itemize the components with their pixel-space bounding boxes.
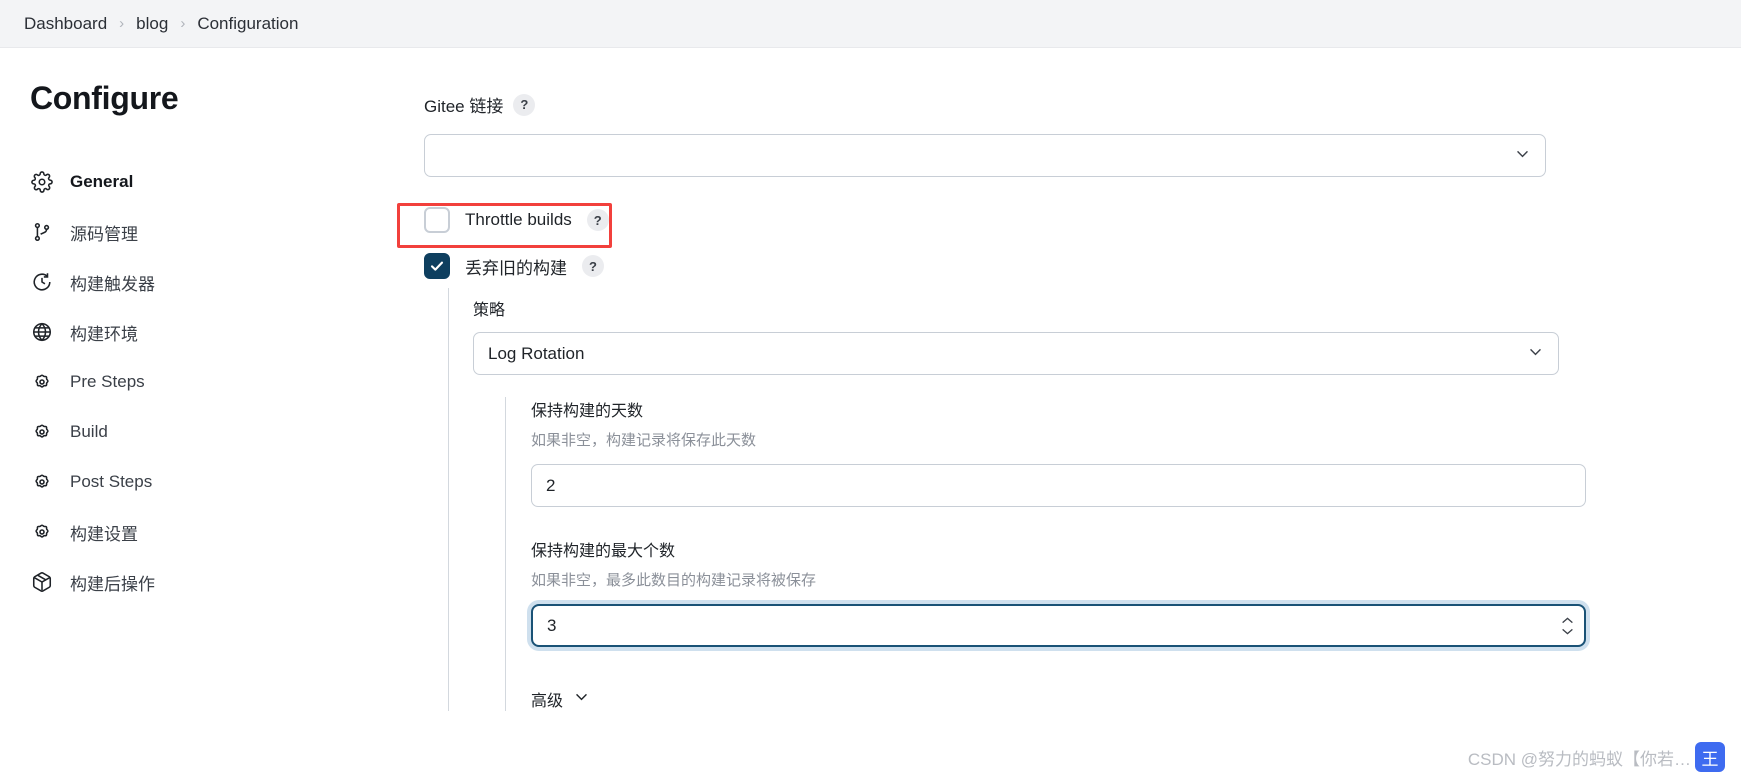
throttle-builds-label: Throttle builds bbox=[465, 210, 572, 229]
sidebar: Configure General 源码管理 构建触发器 构建环境 Pre St… bbox=[0, 48, 412, 784]
advanced-toggle[interactable]: 高级 bbox=[531, 687, 590, 711]
gitee-link-select[interactable] bbox=[424, 134, 1546, 177]
sidebar-item-build-settings[interactable]: 构建设置 bbox=[0, 507, 412, 557]
discard-settings-section: 策略 Log Rotation 保持构建的天数 如果非空，构建记录将保存此天数 … bbox=[448, 288, 1693, 711]
sidebar-item-source-code-management[interactable]: 源码管理 bbox=[0, 207, 412, 257]
sidebar-item-label: Pre Steps bbox=[70, 372, 145, 391]
chevron-down-icon bbox=[1514, 145, 1531, 167]
sidebar-item-post-steps[interactable]: Post Steps bbox=[0, 457, 412, 507]
breadcrumb: Dashboard › blog › Configuration bbox=[0, 0, 1741, 48]
sidebar-item-label: Post Steps bbox=[70, 472, 153, 491]
throttle-builds-checkbox[interactable] bbox=[424, 207, 450, 233]
help-icon[interactable]: ? bbox=[582, 255, 604, 277]
breadcrumb-item-blog[interactable]: blog bbox=[126, 14, 178, 34]
sidebar-item-label: 构建触发器 bbox=[70, 274, 155, 294]
strategy-label: 策略 bbox=[473, 302, 506, 319]
sidebar-item-label: 构建设置 bbox=[70, 524, 138, 544]
advanced-label: 高级 bbox=[531, 693, 564, 710]
num-to-keep-input[interactable] bbox=[531, 604, 1586, 647]
gitee-link-label-row: Gitee 链接 ? bbox=[424, 92, 1693, 117]
sidebar-item-label: 源码管理 bbox=[70, 224, 138, 244]
branch-icon bbox=[30, 220, 54, 244]
gear-outline-icon bbox=[30, 370, 54, 394]
sidebar-item-build-triggers[interactable]: 构建触发器 bbox=[0, 257, 412, 307]
breadcrumb-separator: › bbox=[119, 15, 125, 32]
globe-icon bbox=[30, 320, 54, 344]
strategy-select[interactable]: Log Rotation bbox=[473, 332, 1559, 375]
num-to-keep-hint: 如果非空，最多此数目的构建记录将被保存 bbox=[531, 572, 817, 589]
discard-old-builds-checkbox[interactable] bbox=[424, 253, 450, 279]
sidebar-item-build-environment[interactable]: 构建环境 bbox=[0, 307, 412, 357]
sidebar-item-label: 构建环境 bbox=[70, 324, 138, 344]
log-rotation-fields: 保持构建的天数 如果非空，构建记录将保存此天数 保持构建的最大个数 如果非空，最… bbox=[505, 397, 1693, 711]
gear-outline-icon bbox=[30, 420, 54, 444]
sidebar-item-pre-steps[interactable]: Pre Steps bbox=[0, 357, 412, 407]
sidebar-item-build[interactable]: Build bbox=[0, 407, 412, 457]
sidebar-item-general[interactable]: General bbox=[0, 157, 412, 207]
breadcrumb-separator: › bbox=[180, 15, 186, 32]
help-icon[interactable]: ? bbox=[586, 209, 609, 231]
sidebar-item-label: Build bbox=[70, 422, 108, 441]
days-to-keep-hint: 如果非空，构建记录将保存此天数 bbox=[531, 432, 757, 449]
gear-icon bbox=[30, 170, 54, 194]
sidebar-item-label: 构建后操作 bbox=[70, 574, 155, 594]
discard-old-builds-row: 丢弃旧的构建 ? bbox=[424, 244, 1693, 288]
num-to-keep-label: 保持构建的最大个数 bbox=[531, 543, 676, 560]
gear-outline-icon bbox=[30, 470, 54, 494]
days-to-keep-field bbox=[531, 464, 1586, 507]
discard-old-builds-label: 丢弃旧的构建 bbox=[465, 258, 567, 278]
sidebar-item-label: General bbox=[70, 172, 134, 191]
package-icon bbox=[30, 570, 54, 594]
help-icon[interactable]: ? bbox=[513, 93, 536, 116]
breadcrumb-item-dashboard[interactable]: Dashboard bbox=[14, 14, 117, 34]
chevron-down-icon bbox=[573, 688, 590, 710]
days-to-keep-label: 保持构建的天数 bbox=[531, 403, 644, 420]
num-to-keep-field bbox=[531, 604, 1586, 647]
clock-icon bbox=[30, 270, 54, 294]
throttle-builds-row: Throttle builds ? bbox=[424, 198, 1693, 242]
gitee-link-label: Gitee 链接 bbox=[424, 97, 504, 116]
config-form: Gitee 链接 ? Throttle builds ? 丢弃旧的构建 ? 策略… bbox=[412, 48, 1741, 784]
strategy-select-value: Log Rotation bbox=[488, 343, 585, 363]
gear-outline-icon bbox=[30, 520, 54, 544]
number-stepper[interactable] bbox=[1561, 616, 1574, 636]
breadcrumb-item-configuration[interactable]: Configuration bbox=[187, 14, 308, 34]
sidebar-item-post-build-actions[interactable]: 构建后操作 bbox=[0, 557, 412, 607]
page-title: Configure bbox=[30, 80, 179, 116]
chevron-down-icon bbox=[1527, 343, 1544, 365]
days-to-keep-input[interactable] bbox=[531, 464, 1586, 507]
